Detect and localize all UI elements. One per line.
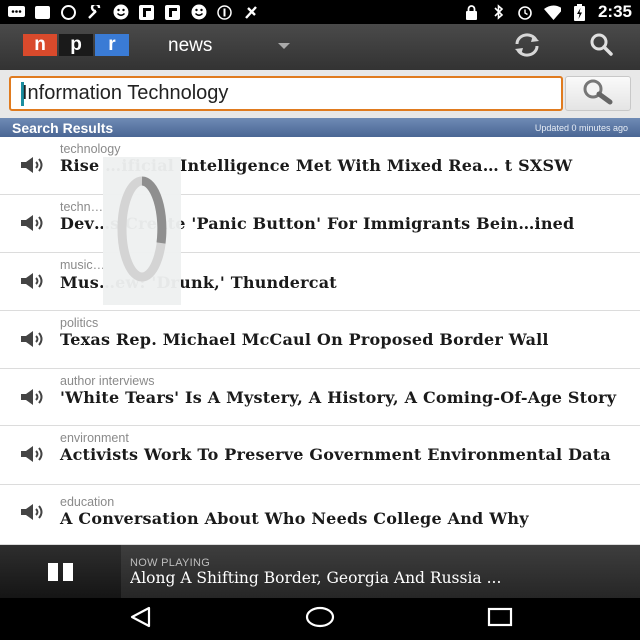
wifi-icon — [543, 5, 561, 20]
refresh-button[interactable] — [511, 32, 543, 62]
now-playing-title[interactable]: Along A Shifting Border, Georgia And Rus… — [130, 569, 630, 587]
chevron-down-icon[interactable] — [278, 43, 290, 49]
data-saver-icon — [242, 5, 259, 20]
speaker-icon[interactable] — [19, 329, 47, 349]
results-header: Search Results Updated 0 minutes ago — [0, 118, 640, 137]
story-category: technology — [60, 142, 121, 156]
speaker-icon[interactable] — [19, 444, 47, 464]
list-item[interactable]: education A Conversation About Who Needs… — [0, 485, 640, 545]
search-submit-button[interactable] — [565, 76, 631, 111]
search-query-text: Information Technology — [22, 82, 229, 104]
story-headline[interactable]: Activists Work To Preserve Government En… — [60, 447, 632, 463]
loading-spinner — [103, 157, 181, 305]
npr-logo[interactable]: n p r — [23, 34, 129, 56]
home-circle-icon — [305, 605, 335, 633]
bluetooth-icon — [490, 4, 507, 20]
now-playing-label: NOW PLAYING — [130, 557, 211, 569]
story-category: music… — [60, 258, 106, 272]
status-bar: 2:35 — [0, 0, 640, 24]
logo-letter-r: r — [95, 34, 129, 56]
search-input[interactable]: Information Technology — [9, 76, 563, 111]
app-action-bar: n p r news — [0, 24, 640, 70]
logo-letter-p: p — [59, 34, 93, 56]
home-button[interactable] — [290, 605, 350, 633]
spinner-ring-icon — [114, 173, 170, 289]
speaker-icon[interactable] — [19, 271, 47, 291]
app-screen: 2:35 n p r news Information Technology S… — [0, 0, 640, 640]
smiley-icon — [112, 4, 129, 20]
story-category: environment — [60, 431, 129, 445]
back-button[interactable] — [111, 605, 171, 633]
story-category: author interviews — [60, 374, 155, 388]
speaker-icon[interactable] — [19, 502, 47, 522]
lock-icon — [463, 4, 480, 20]
pause-button[interactable] — [0, 545, 121, 598]
list-item[interactable]: music… Mus…ew: 'Drunk,' Thundercat — [0, 253, 640, 311]
story-headline[interactable]: Texas Rep. Michael McCaul On Proposed Bo… — [60, 332, 632, 348]
pause-icon — [48, 562, 73, 581]
flipboard-icon — [164, 4, 181, 20]
system-icons: 2:35 — [463, 2, 632, 22]
list-item[interactable]: politics Texas Rep. Michael McCaul On Pr… — [0, 311, 640, 369]
story-category: education — [60, 495, 115, 509]
smiley-icon — [190, 4, 207, 20]
list-item[interactable]: technology Rise …ificial Intelligence Me… — [0, 137, 640, 195]
recents-square-icon — [486, 606, 514, 632]
speaker-icon[interactable] — [19, 155, 47, 175]
notification-icons — [8, 4, 259, 20]
speaker-icon[interactable] — [19, 387, 47, 407]
wrench-icon — [86, 4, 103, 20]
square-icon — [34, 5, 51, 20]
story-category: techn… — [60, 200, 104, 214]
logo-letter-n: n — [23, 34, 57, 56]
speaker-icon[interactable] — [19, 213, 47, 233]
results-list: technology Rise …ificial Intelligence Me… — [0, 137, 640, 545]
back-triangle-icon — [128, 606, 154, 632]
magnifier-icon — [577, 78, 619, 110]
story-headline[interactable]: A Conversation About Who Needs College A… — [60, 511, 632, 527]
message-icon — [8, 5, 25, 20]
currency-icon — [216, 4, 233, 20]
system-nav-bar — [0, 598, 640, 640]
alarm-icon — [60, 4, 77, 20]
story-category: politics — [60, 316, 99, 330]
recents-button[interactable] — [470, 605, 530, 633]
list-item[interactable]: techn… Dev…s Create 'Panic Button' For I… — [0, 195, 640, 253]
story-headline[interactable]: 'White Tears' Is A Mystery, A History, A… — [60, 390, 632, 406]
alarm-icon — [517, 5, 534, 20]
list-item[interactable]: environment Activists Work To Preserve G… — [0, 426, 640, 485]
battery-charging-icon — [571, 3, 588, 21]
section-title-dropdown[interactable]: news — [168, 35, 212, 57]
list-item[interactable]: author interviews 'White Tears' Is A Mys… — [0, 369, 640, 426]
updated-timestamp: Updated 0 minutes ago — [534, 122, 628, 133]
flipboard-icon — [138, 4, 155, 20]
search-bar: Information Technology — [0, 70, 640, 118]
results-title: Search Results — [12, 119, 114, 136]
refresh-icon — [511, 32, 543, 62]
search-icon — [588, 32, 616, 62]
clock-time: 2:35 — [597, 2, 632, 21]
search-button[interactable] — [586, 32, 618, 62]
now-playing-bar[interactable]: NOW PLAYING Along A Shifting Border, Geo… — [0, 545, 640, 598]
